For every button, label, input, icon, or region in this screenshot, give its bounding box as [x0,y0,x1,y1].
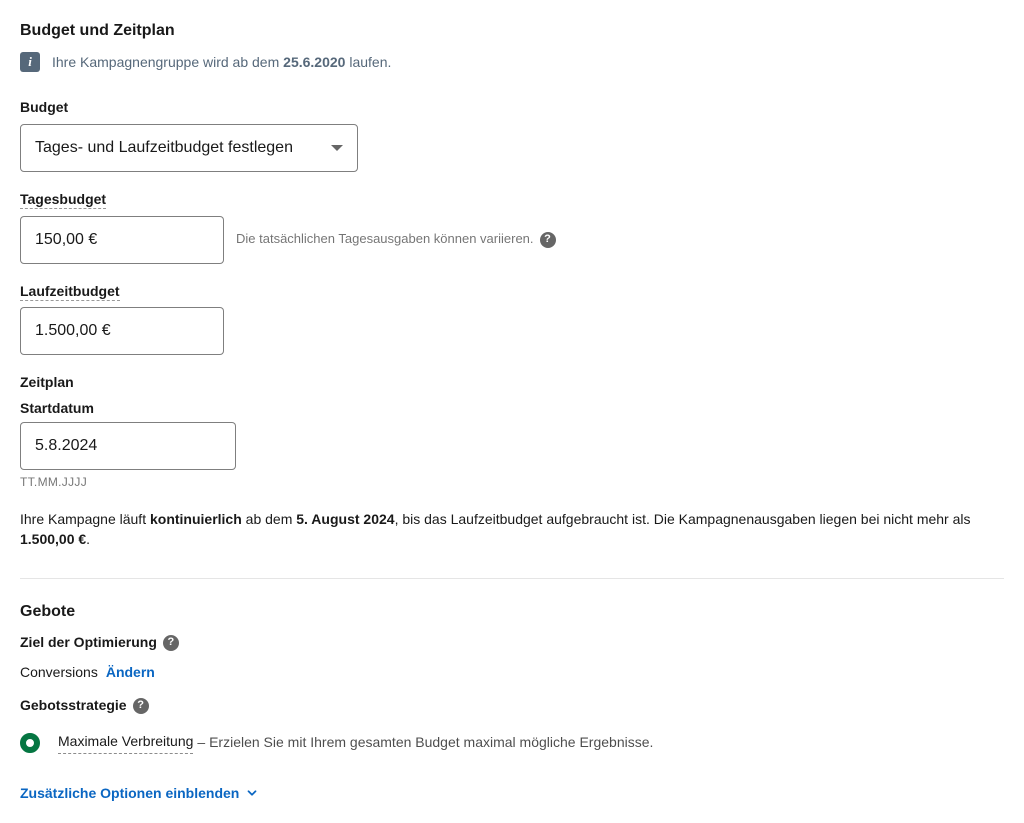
info-icon: i [20,52,40,72]
section-divider [20,578,1004,579]
start-date-label: Startdatum [20,399,1004,419]
info-text-suffix: laufen. [345,54,391,70]
schedule-label: Zeitplan [20,373,1004,393]
dropdown-caret-icon [331,145,343,151]
daily-budget-hint: Die tatsächlichen Tagesausgaben können v… [236,230,534,248]
budget-type-select[interactable]: Tages- und Laufzeitbudget festlegen [20,124,358,172]
info-date: 25.6.2020 [283,54,345,70]
date-format-hint: TT.MM.JJJJ [20,474,1004,491]
change-goal-link[interactable]: Ändern [106,663,155,683]
section-title-budget-zeitplan: Budget und Zeitplan [20,20,1004,42]
budget-type-value: Tages- und Laufzeitbudget festlegen [35,137,293,159]
info-banner: i Ihre Kampagnengruppe wird ab dem 25.6.… [20,52,1004,72]
help-icon[interactable]: ? [133,698,149,714]
start-date-input[interactable] [20,422,236,470]
daily-budget-input[interactable] [20,216,224,264]
lifetime-budget-input[interactable] [20,307,224,355]
chevron-down-icon [245,786,259,800]
bid-strategy-label: Gebotsstrategie ? [20,696,149,716]
strategy-option-desc: – Erzielen Sie mit Ihrem gesamten Budget… [197,733,653,753]
help-icon[interactable]: ? [540,232,556,248]
daily-budget-label: Tagesbudget [20,190,1004,210]
more-options-toggle[interactable]: Zusätzliche Optionen einblenden [20,784,259,804]
summary-text: Ihre Kampagne läuft kontinuierlich ab de… [20,509,1004,550]
optimization-goal-value: Conversions [20,663,98,683]
optimization-goal-label: Ziel der Optimierung ? [20,633,179,653]
budget-label: Budget [20,98,1004,118]
info-text-prefix: Ihre Kampagnengruppe wird ab dem [52,54,283,70]
section-title-gebote: Gebote [20,601,1004,623]
lifetime-budget-label: Laufzeitbudget [20,282,1004,302]
help-icon[interactable]: ? [163,635,179,651]
strategy-option-label: Maximale Verbreitung [58,732,193,754]
strategy-radio-selected[interactable] [20,733,40,753]
